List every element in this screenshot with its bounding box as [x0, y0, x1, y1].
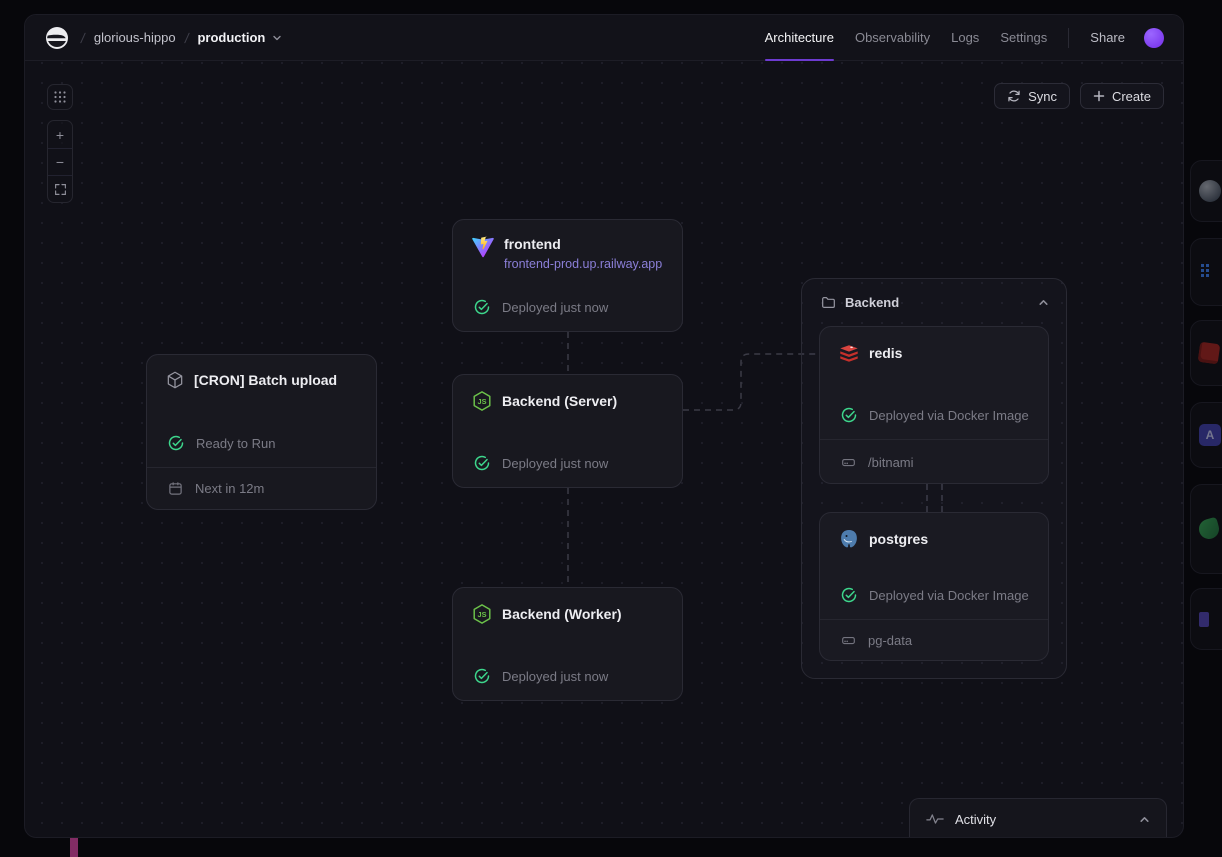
service-domain-link[interactable]: frontend-prod.up.railway.app — [504, 257, 662, 271]
red-cube-icon — [1198, 342, 1221, 365]
service-group-backend[interactable]: Backend — [801, 278, 1067, 679]
tab-observability[interactable]: Observability — [855, 15, 930, 60]
plus-icon — [1093, 90, 1105, 102]
fit-view-button[interactable] — [48, 175, 72, 202]
tab-architecture[interactable]: Architecture — [765, 15, 834, 60]
background-card: A — [1190, 402, 1222, 468]
pulse-icon — [926, 812, 944, 826]
app-window: / glorious-hippo / production Architectu… — [24, 14, 1184, 838]
activity-panel[interactable]: Activity — [909, 798, 1167, 838]
share-button[interactable]: Share — [1090, 30, 1125, 45]
chevron-up-icon[interactable] — [1139, 814, 1150, 825]
background-accent-bar — [70, 838, 78, 857]
expand-icon — [54, 183, 67, 196]
check-circle-icon — [474, 668, 490, 684]
environment-selector[interactable]: production — [197, 30, 282, 45]
deploy-status: Deployed via Docker Image — [869, 408, 1029, 423]
letter-badge-icon: A — [1199, 424, 1221, 446]
leaf-icon — [1197, 517, 1221, 541]
railway-logo-icon[interactable] — [45, 26, 69, 50]
breadcrumb-separator: / — [80, 30, 87, 46]
deploy-status: Deployed just now — [502, 300, 608, 315]
service-card-redis[interactable]: redis Deployed via Docker Image — [819, 326, 1049, 484]
deploy-status: Deployed just now — [502, 669, 608, 684]
postgres-icon — [838, 528, 860, 550]
create-button[interactable]: Create — [1080, 83, 1164, 109]
sphere-icon — [1199, 180, 1221, 202]
sync-icon — [1007, 89, 1021, 103]
volume-icon — [841, 633, 856, 648]
deploy-status: Deployed just now — [502, 456, 608, 471]
check-circle-icon — [841, 587, 857, 603]
header-tabs: Architecture Observability Logs Settings — [765, 15, 1048, 60]
background-card — [1190, 588, 1222, 650]
tab-settings[interactable]: Settings — [1000, 15, 1047, 60]
dots-icon — [1199, 261, 1217, 283]
project-header: / glorious-hippo / production Architectu… — [25, 15, 1183, 61]
volume-icon — [841, 455, 856, 470]
service-card-backend-worker[interactable]: JS Backend (Worker) Deployed just now — [452, 587, 683, 701]
canvas-actions: Sync Create — [994, 83, 1164, 109]
group-header[interactable]: Backend — [802, 279, 1066, 325]
layout-grid-button[interactable] — [47, 84, 73, 110]
check-circle-icon — [168, 435, 184, 451]
avatar[interactable] — [1144, 28, 1164, 48]
folder-icon — [821, 295, 836, 310]
edge-server-redis — [683, 354, 819, 410]
nodejs-icon: JS — [471, 390, 493, 412]
service-card-postgres[interactable]: postgres Deployed via Docker Image — [819, 512, 1049, 661]
zoom-controls: + − — [47, 120, 73, 203]
background-card — [1190, 238, 1222, 306]
volume-path: /bitnami — [868, 455, 914, 470]
service-name: Backend (Worker) — [502, 605, 622, 624]
service-name: postgres — [869, 530, 928, 549]
sync-label: Sync — [1028, 89, 1057, 104]
cron-schedule-row[interactable]: Next in 12m — [147, 467, 376, 509]
purple-block-icon — [1199, 612, 1209, 627]
volume-path: pg-data — [868, 633, 912, 648]
deploy-status: Deployed via Docker Image — [869, 588, 1029, 603]
breadcrumb: / glorious-hippo / production — [81, 30, 282, 46]
vite-icon — [471, 235, 495, 259]
svg-text:JS: JS — [478, 610, 487, 619]
breadcrumb-project[interactable]: glorious-hippo — [94, 30, 176, 45]
grid-dots-icon — [53, 90, 67, 104]
architecture-canvas[interactable]: + − Sync — [25, 61, 1183, 838]
background-card — [1190, 160, 1222, 222]
breadcrumb-separator: / — [183, 30, 190, 46]
service-name: frontend — [504, 235, 662, 254]
service-card-frontend[interactable]: frontend frontend-prod.up.railway.app De… — [452, 219, 683, 332]
check-circle-icon — [474, 299, 490, 315]
svg-text:JS: JS — [478, 397, 487, 406]
cron-status: Ready to Run — [196, 436, 276, 451]
volume-row[interactable]: /bitnami — [820, 439, 1048, 484]
tab-logs[interactable]: Logs — [951, 15, 979, 60]
chevron-up-icon[interactable] — [1038, 297, 1049, 308]
chevron-down-icon — [272, 33, 282, 43]
volume-row[interactable]: pg-data — [820, 619, 1048, 661]
cube-icon — [165, 370, 185, 390]
service-card-backend-server[interactable]: JS Backend (Server) Deployed just now — [452, 374, 683, 488]
redis-icon — [838, 342, 860, 364]
zoom-out-button[interactable]: − — [48, 148, 72, 175]
service-card-cron[interactable]: [CRON] Batch upload Ready to Run Next in… — [146, 354, 377, 510]
zoom-in-button[interactable]: + — [48, 121, 72, 148]
nodejs-icon: JS — [471, 603, 493, 625]
create-label: Create — [1112, 89, 1151, 104]
sync-button[interactable]: Sync — [994, 83, 1070, 109]
header-divider — [1068, 28, 1069, 48]
service-name: [CRON] Batch upload — [194, 371, 337, 390]
calendar-icon — [168, 481, 183, 496]
background-card — [1190, 484, 1222, 574]
check-circle-icon — [841, 407, 857, 423]
check-circle-icon — [474, 455, 490, 471]
group-name: Backend — [845, 295, 899, 310]
activity-label: Activity — [955, 812, 996, 827]
service-name: redis — [869, 344, 902, 363]
cron-next-run: Next in 12m — [195, 481, 264, 496]
service-name: Backend (Server) — [502, 392, 617, 411]
background-card — [1190, 320, 1222, 386]
environment-label: production — [197, 30, 265, 45]
